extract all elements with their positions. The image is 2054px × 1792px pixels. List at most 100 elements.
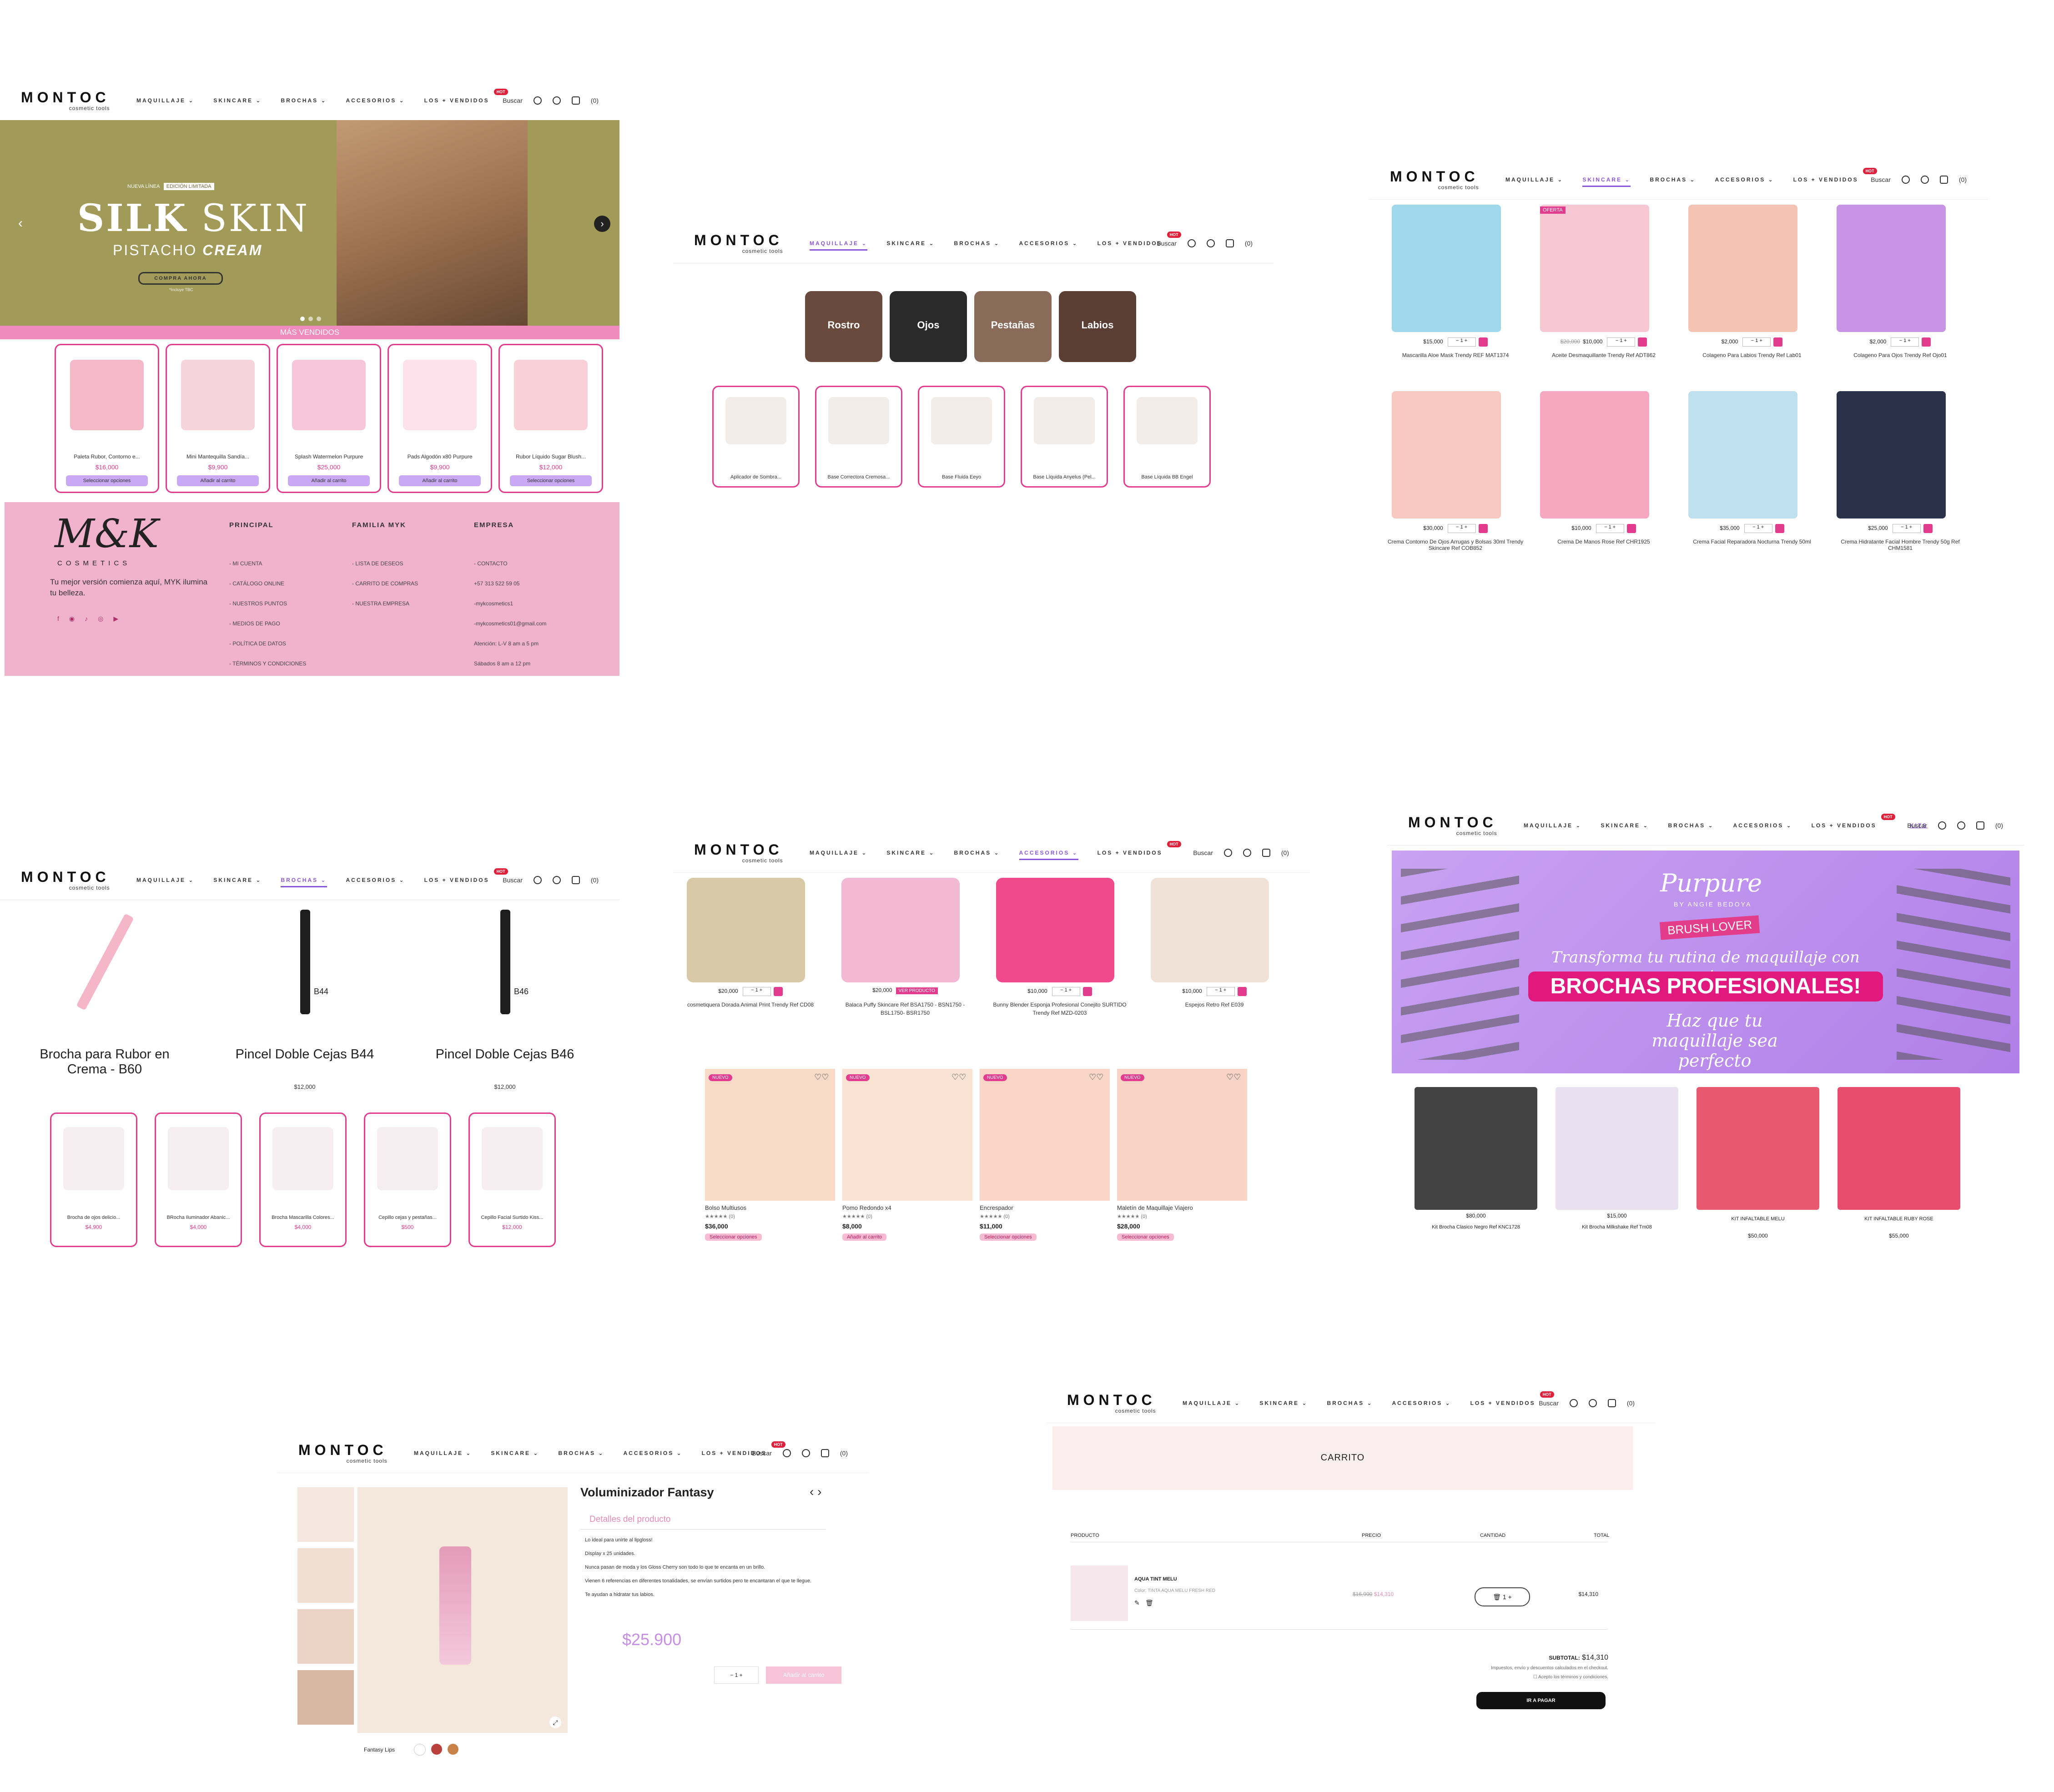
product-main-image[interactable]: ⤢ bbox=[357, 1487, 568, 1733]
qty-stepper[interactable]: − 1 + bbox=[1891, 337, 1919, 347]
qty-stepper[interactable]: − 1 + bbox=[1742, 337, 1771, 347]
category-tile-2[interactable]: Pestañas bbox=[974, 291, 1052, 362]
product-image[interactable] bbox=[842, 1069, 972, 1201]
wishlist-icon[interactable]: ♡♡ bbox=[1226, 1072, 1241, 1082]
product-card[interactable]: Base Líquida Anyelus (Pel... bbox=[1021, 386, 1108, 488]
footer-link[interactable]: Atención: L-V 8 am a 5 pm bbox=[474, 640, 588, 647]
product-image[interactable] bbox=[1117, 1069, 1247, 1201]
qty-stepper[interactable]: − 1 + bbox=[1607, 337, 1636, 347]
footer-link[interactable]: Sábados 8 am a 12 pm bbox=[474, 660, 588, 667]
hero-cta-button[interactable]: COMPRA AHORA bbox=[138, 272, 223, 285]
product-name[interactable]: Cepillo cejas y pestañas... bbox=[368, 1215, 447, 1220]
cart-icon[interactable] bbox=[1976, 821, 1984, 830]
cart-icon[interactable] bbox=[1225, 239, 1234, 247]
nav-bestsellers[interactable]: LOS + VENDIDOS HOT bbox=[1470, 1391, 1554, 1406]
nav-skincare[interactable]: SKINCARE ⌄ bbox=[1582, 176, 1631, 187]
search-link[interactable]: Buscar bbox=[1193, 849, 1213, 856]
product-name[interactable]: Brocha Mascarilla Colores... bbox=[263, 1215, 342, 1220]
nav-maquillaje[interactable]: MAQUILLAJE ⌄ bbox=[414, 1450, 472, 1456]
search-link[interactable]: Buscar bbox=[1157, 240, 1177, 247]
nav-brochas[interactable]: BROCHAS ⌄ bbox=[1327, 1400, 1373, 1406]
product-image[interactable] bbox=[1697, 1087, 1819, 1210]
add-to-cart-icon[interactable] bbox=[1775, 524, 1784, 533]
qty-stepper[interactable]: − 1 + bbox=[714, 1666, 759, 1684]
product-image[interactable] bbox=[168, 1127, 229, 1191]
product-card[interactable]: Pads Algodón x80 Purpure $9,900 Añadir al … bbox=[388, 344, 492, 493]
product-image[interactable] bbox=[1415, 1087, 1537, 1210]
tiktok-icon[interactable]: ♪ bbox=[85, 615, 88, 623]
product-image[interactable] bbox=[377, 1127, 438, 1191]
footer-link[interactable]: - NUESTROS PUNTOS bbox=[229, 600, 343, 607]
cart-item-image[interactable] bbox=[1071, 1565, 1128, 1621]
product-name[interactable]: Pads Algodón x80 Purpure bbox=[392, 453, 488, 460]
logo[interactable]: MONTOC cosmetic tools bbox=[694, 842, 783, 864]
nav-accesorios[interactable]: ACCESORIOS ⌄ bbox=[1715, 176, 1774, 187]
search-link[interactable]: Buscar bbox=[1907, 822, 1927, 829]
nav-maquillaje[interactable]: MAQUILLAJE ⌄ bbox=[1505, 176, 1563, 187]
nav-bestsellers[interactable]: LOS + VENDIDOS HOT bbox=[1812, 814, 1895, 829]
hero-next-arrow[interactable]: › bbox=[594, 216, 610, 232]
logo[interactable]: MONTOC cosmetic tools bbox=[21, 90, 110, 111]
product-image[interactable] bbox=[841, 878, 960, 982]
footer-link[interactable]: +57 313 522 59 05 bbox=[474, 580, 588, 587]
product-name[interactable]: Maletín de Maquillaje Viajero bbox=[1117, 1204, 1193, 1211]
brush-name[interactable]: Brocha para Rubor en Crema - B60 bbox=[18, 1047, 191, 1077]
wishlist-icon[interactable]: ♡♡ bbox=[951, 1072, 966, 1082]
product-image[interactable] bbox=[996, 878, 1114, 982]
nav-maquillaje[interactable]: MAQUILLAJE ⌄ bbox=[136, 877, 194, 887]
search-link[interactable]: Buscar bbox=[1539, 1399, 1559, 1407]
product-nav-arrows[interactable]: ‹ › bbox=[810, 1485, 821, 1499]
logo[interactable]: MONTOC cosmetic tools bbox=[1067, 1393, 1156, 1414]
user-icon[interactable] bbox=[1901, 176, 1910, 184]
view-product-button[interactable]: VER PRODUCTO bbox=[896, 987, 938, 994]
add-to-cart-icon[interactable] bbox=[1237, 987, 1247, 996]
terms-checkbox[interactable]: ☐ Acepto los términos y condiciones. bbox=[1533, 1675, 1608, 1680]
wishlist-icon[interactable] bbox=[552, 96, 561, 105]
category-tile-3[interactable]: Labios bbox=[1059, 291, 1136, 362]
product-name[interactable]: cosmetiquera Dorada Animal Print Trendy … bbox=[682, 1001, 819, 1009]
nav-brochas[interactable]: BROCHAS ⌄ bbox=[281, 97, 327, 104]
product-name[interactable]: Crema Facial Reparadora Nocturna Trendy … bbox=[1684, 539, 1820, 545]
footer-link[interactable]: - MEDIOS DE PAGO bbox=[229, 620, 343, 627]
product-name[interactable]: Kit Brocha Clasico Negro Ref KNC1728 bbox=[1415, 1224, 1537, 1230]
thumbnail[interactable] bbox=[297, 1487, 354, 1542]
thumbnail[interactable] bbox=[297, 1670, 354, 1725]
product-image[interactable] bbox=[70, 360, 144, 430]
search-link[interactable]: Buscar bbox=[503, 97, 523, 104]
wishlist-icon[interactable] bbox=[1957, 821, 1965, 830]
wishlist-icon[interactable] bbox=[801, 1449, 810, 1457]
cart-icon[interactable] bbox=[571, 96, 580, 105]
cart-icon[interactable] bbox=[571, 876, 580, 884]
cart-icon[interactable] bbox=[1939, 176, 1948, 184]
swatch[interactable] bbox=[431, 1744, 442, 1755]
category-tile-1[interactable]: Ojos bbox=[890, 291, 967, 362]
product-image[interactable] bbox=[482, 1127, 543, 1191]
swatch[interactable] bbox=[448, 1744, 458, 1755]
wishlist-icon[interactable] bbox=[552, 876, 561, 884]
nav-brochas[interactable]: BROCHAS ⌄ bbox=[1650, 176, 1696, 187]
cart-icon[interactable] bbox=[1262, 849, 1270, 857]
wishlist-icon[interactable] bbox=[1243, 849, 1251, 857]
product-card[interactable]: Cepillo cejas y pestañas... $500 bbox=[364, 1112, 451, 1247]
nav-skincare[interactable]: SKINCARE ⌄ bbox=[1259, 1400, 1308, 1406]
footer-link[interactable]: - TÉRMINOS Y CONDICIONES bbox=[229, 660, 343, 667]
product-card[interactable]: Aplicador de Sombra... bbox=[712, 386, 800, 488]
youtube-icon[interactable]: ▶ bbox=[113, 615, 118, 623]
nav-maquillaje[interactable]: MAQUILLAJE ⌄ bbox=[810, 850, 867, 860]
nav-skincare[interactable]: SKINCARE ⌄ bbox=[1601, 822, 1649, 829]
product-image[interactable] bbox=[1392, 205, 1501, 332]
nav-skincare[interactable]: SKINCARE ⌄ bbox=[213, 877, 262, 887]
product-name[interactable]: Bunny Blender Esponja Profesional Coneji… bbox=[992, 1001, 1128, 1017]
product-image[interactable] bbox=[1688, 205, 1797, 332]
footer-link[interactable]: - MI CUENTA bbox=[229, 560, 343, 567]
product-name[interactable]: Crema De Manos Rose Ref CHR1925 bbox=[1535, 539, 1672, 545]
nav-bestsellers[interactable]: LOS + VENDIDOS HOT bbox=[424, 89, 508, 104]
qty-stepper[interactable]: − 1 + bbox=[1596, 524, 1624, 533]
product-action-button[interactable]: Seleccionar opciones bbox=[980, 1233, 1037, 1241]
user-icon[interactable] bbox=[1187, 239, 1196, 247]
logo[interactable]: MONTOC cosmetic tools bbox=[1390, 169, 1479, 191]
brush-name[interactable]: Pincel Doble Cejas B44 bbox=[218, 1047, 391, 1062]
qty-stepper[interactable]: − 1 + bbox=[1206, 987, 1235, 996]
product-name[interactable]: Bolso Multiusos bbox=[705, 1204, 746, 1211]
footer-link[interactable]: - CATÁLOGO ONLINE bbox=[229, 580, 343, 587]
